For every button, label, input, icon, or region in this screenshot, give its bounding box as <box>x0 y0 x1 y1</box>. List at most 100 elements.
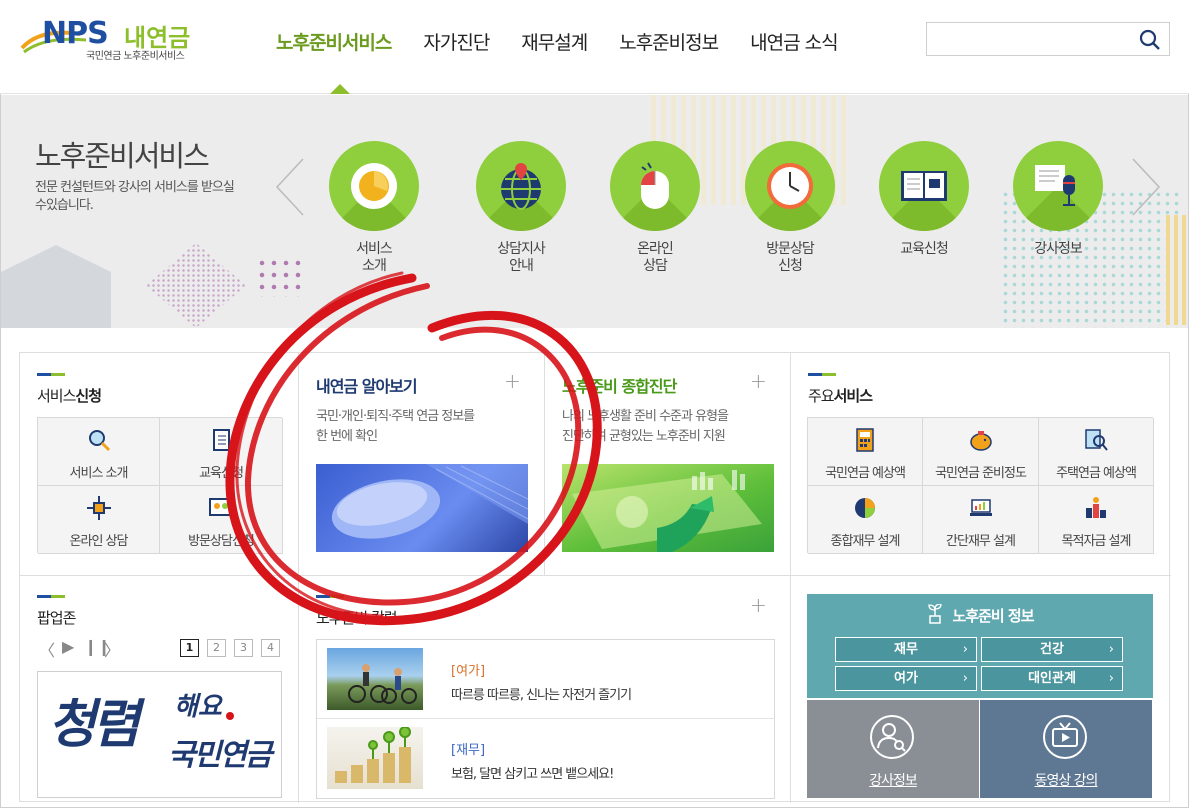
popup-image-text: 국민연금 <box>168 738 272 773</box>
news-title[interactable]: 보험, 달면 삼키고 쓰면 뱉으세요! <box>451 763 614 782</box>
grid-cell-label: 주택연금 예상액 <box>1056 466 1137 481</box>
video-lecture-box[interactable]: 동영상 강의 <box>980 700 1152 798</box>
popup-pager: 1 2 3 4 <box>180 639 280 657</box>
retirement-info-box: 노후준비 정보 재무 › 건강 › 여가 › 대인관계 › <box>807 594 1153 698</box>
globe-pin-icon <box>501 163 541 210</box>
section-title-bar <box>37 595 65 598</box>
card-diagnosis-title[interactable]: 노후준비 종합진단 <box>562 373 677 397</box>
chevron-right-icon: › <box>962 671 968 686</box>
divider <box>790 353 791 803</box>
coins-stack-icon <box>1086 497 1106 518</box>
building-search-icon <box>1085 429 1108 451</box>
service-item-instructor[interactable]: 강사정보 <box>1008 141 1108 258</box>
title-part: 서비스 <box>37 387 76 405</box>
chevron-left-icon[interactable]: 〈 <box>39 637 55 661</box>
grid-cell-label: 국민연금 준비정도 <box>935 466 1027 481</box>
button-label: 건강 <box>1040 642 1064 657</box>
popup-page-button[interactable]: 3 <box>234 639 253 657</box>
instructor-info-link[interactable]: 강사정보 <box>807 770 979 790</box>
service-item-visit[interactable]: 방문상담 신청 <box>740 141 840 275</box>
card-diagnosis-image[interactable] <box>562 464 774 552</box>
popup-page-button[interactable]: 1 <box>180 639 199 657</box>
card-diagnosis-desc: 나의 노후생활 준비 수준과 유형을 진단하여 균형있는 노후준비 지원 <box>562 407 729 447</box>
search-input[interactable] <box>927 23 1127 55</box>
divider <box>544 353 545 575</box>
grid-cell-pension-estimate[interactable]: 국민연금 예상액 <box>808 418 923 486</box>
logo-subtitle: 국민연금 노후준비서비스 <box>86 51 185 62</box>
grid-cell-online-consult[interactable]: 온라인 상담 <box>38 486 160 554</box>
play-icon[interactable]: ▶ <box>62 637 74 656</box>
chevron-right-icon[interactable]: 〉 <box>104 637 120 661</box>
instructor-info-box[interactable]: 강사정보 <box>807 700 979 798</box>
card-pension-title[interactable]: 내연금 알아보기 <box>316 373 418 397</box>
search-box <box>926 22 1170 56</box>
desc-line: 한 번에 확인 <box>316 429 378 444</box>
info-relations-button[interactable]: 대인관계 › <box>981 666 1123 691</box>
nav-self-diagnosis[interactable]: 자가진단 <box>407 28 505 55</box>
search-icon[interactable] <box>1139 29 1161 51</box>
service-label: 소개 <box>362 258 387 274</box>
laptop-chart-icon <box>969 499 992 516</box>
nav-pension-news[interactable]: 내연금 소식 <box>734 28 853 55</box>
grid-cell-label: 서비스 소개 <box>69 466 129 481</box>
popup-page-button[interactable]: 4 <box>261 639 280 657</box>
book-icon <box>901 171 947 201</box>
service-item-online[interactable]: 온라인 상담 <box>605 141 705 275</box>
column-list: [여가] 따르릉 따르릉, 신나는 자전거 즐기기 [재무] 보험, 달면 삼키… <box>316 639 775 799</box>
service-item-intro[interactable]: 서비스 소개 <box>324 141 424 275</box>
network-icon <box>86 496 111 520</box>
news-title[interactable]: 따르릉 따르릉, 신나는 자전거 즐기기 <box>451 684 632 703</box>
grid-cell-total-finance[interactable]: 종합재무 설계 <box>808 486 923 554</box>
service-item-education[interactable]: 교육신청 <box>874 141 974 258</box>
magnifier-icon <box>88 430 110 452</box>
chevron-right-icon[interactable] <box>1131 157 1161 217</box>
desc-line: 진단하여 균형있는 노후준비 지원 <box>562 429 726 444</box>
service-label: 안내 <box>509 258 534 274</box>
column-more-button[interactable]: + <box>750 593 767 617</box>
nav-financial-planning[interactable]: 재무설계 <box>505 28 603 55</box>
list-item[interactable]: [재무] 보험, 달면 삼키고 쓰면 뱉으세요! <box>317 719 775 798</box>
grid-cell-goal-fund[interactable]: 목적자금 설계 <box>1039 486 1154 554</box>
card-pension-more-button[interactable]: + <box>504 369 521 393</box>
info-leisure-button[interactable]: 여가 › <box>835 666 977 691</box>
list-item[interactable]: [여가] 따르릉 따르릉, 신나는 자전거 즐기기 <box>317 640 775 719</box>
popup-banner-image[interactable]: 청렴 해요 국민연금 <box>37 671 282 798</box>
banner-description: 전문 컨설턴트와 강사의 서비스를 받으실 수있습니다. <box>35 180 235 213</box>
section-title-bar <box>808 373 836 376</box>
info-health-button[interactable]: 건강 › <box>981 637 1123 662</box>
tv-play-icon <box>1043 715 1087 759</box>
title-part: 신청 <box>75 387 102 405</box>
card-pension-desc: 국민·개인·퇴직·주택 연금 정보를 한 번에 확인 <box>316 407 475 447</box>
site-logo[interactable]: NPS 내연금 국민연금 노후준비서비스 <box>20 16 210 66</box>
card-pension-image[interactable] <box>316 464 528 552</box>
chevron-left-icon[interactable] <box>275 157 305 217</box>
service-item-branches[interactable]: 상담지사 안내 <box>471 141 571 275</box>
grid-cell-label: 종합재무 설계 <box>830 534 901 549</box>
logo-nps: NPS <box>42 16 109 51</box>
popup-page-button[interactable]: 2 <box>207 639 226 657</box>
grid-cell-visit-consult[interactable]: 방문상담신청 <box>160 486 283 554</box>
mouse-icon <box>641 162 669 209</box>
nav-retirement-service[interactable]: 노후준비서비스 <box>260 28 407 55</box>
grid-cell-label: 방문상담신청 <box>188 534 255 549</box>
news-tag: [여가] <box>451 664 486 679</box>
grid-cell-housing-pension[interactable]: 주택연금 예상액 <box>1039 418 1154 486</box>
cyclists-image <box>348 664 417 704</box>
nav-retirement-info[interactable]: 노후준비정보 <box>603 28 734 55</box>
banner-decoration <box>146 243 246 328</box>
piggy-bank-icon <box>969 431 992 451</box>
video-lecture-link[interactable]: 동영상 강의 <box>980 770 1152 790</box>
info-finance-button[interactable]: 재무 › <box>835 637 977 662</box>
pie-chart-icon <box>855 498 875 518</box>
divider <box>20 575 1171 576</box>
grid-cell-label: 간단재무 설계 <box>946 534 1016 549</box>
grid-cell-education[interactable]: 교육신청 <box>160 418 283 486</box>
chevron-right-icon: › <box>1108 642 1114 657</box>
grid-cell-pension-readiness[interactable]: 국민연금 준비정도 <box>923 418 1039 486</box>
card-diagnosis-more-button[interactable]: + <box>750 369 767 393</box>
grid-cell-service-intro[interactable]: 서비스 소개 <box>38 418 160 486</box>
service-label: 상담지사 <box>497 241 546 257</box>
main-nav: 노후준비서비스 자가진단 재무설계 노후준비정보 내연금 소식 <box>260 28 854 55</box>
grid-cell-simple-finance[interactable]: 간단재무 설계 <box>923 486 1039 554</box>
chevron-right-icon: › <box>962 642 968 657</box>
